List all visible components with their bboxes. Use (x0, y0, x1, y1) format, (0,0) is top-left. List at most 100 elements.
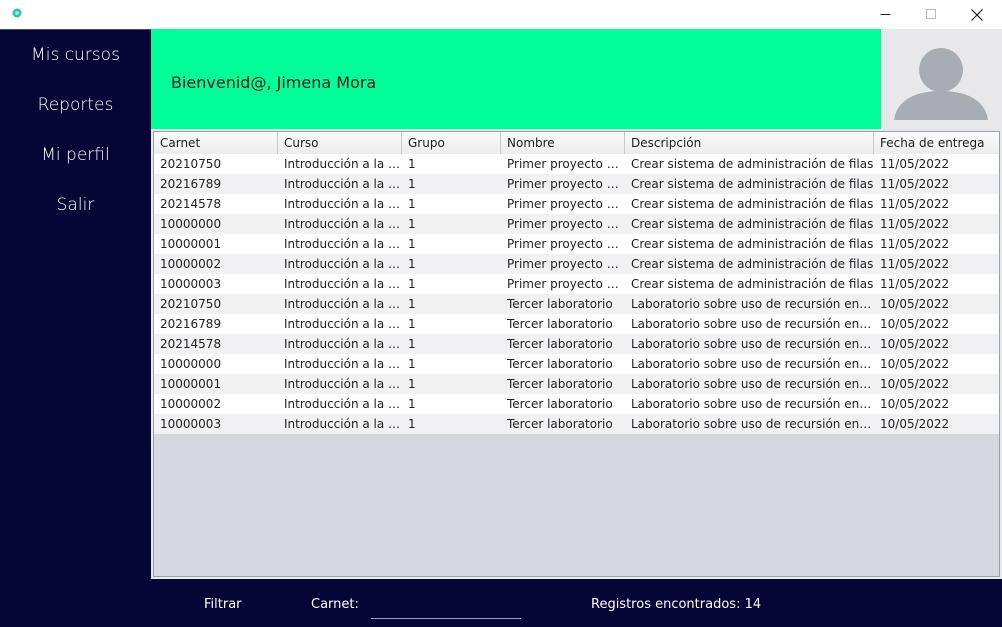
minimize-button[interactable] (862, 0, 908, 29)
cell-grupo: 1 (408, 177, 416, 191)
welcome-header: Bienvenid@, Jimena Mora (151, 29, 881, 129)
cell-grupo: 1 (408, 197, 416, 211)
cell-fecha-entrega: 10/05/2022 (880, 397, 950, 411)
cell-nombre: Tercer laboratorio (507, 337, 613, 351)
table-row[interactable]: 10000000 Introducción a la pr... 1 Tercer l… (154, 354, 999, 374)
cell-curso: Introducción a la pr... (284, 237, 402, 251)
cell-nombre: Primer proyecto pr... (507, 277, 625, 291)
cell-fecha-entrega: 11/05/2022 (880, 277, 950, 291)
maximize-icon (925, 9, 936, 19)
footer-bar: Filtrar Carnet: Registros encontrados: 1… (151, 579, 1002, 627)
cell-fecha-entrega: 11/05/2022 (880, 217, 950, 231)
column-header-carnet[interactable]: Carnet (154, 132, 278, 154)
table-body: 20210750 Introducción a la pr... 1 Primer p… (154, 154, 999, 434)
table-panel: Carnet Curso Grupo Nombre Descripción Fe… (151, 129, 1002, 579)
table-row[interactable]: 20214578 Introducción a la pr... 1 Tercer l… (154, 334, 999, 354)
cell-grupo: 1 (408, 157, 416, 171)
cell-grupo: 1 (408, 417, 416, 431)
table-row[interactable]: 20210750 Introducción a la pr... 1 Primer p… (154, 154, 999, 174)
cell-fecha-entrega: 11/05/2022 (880, 177, 950, 191)
cell-fecha-entrega: 11/05/2022 (880, 237, 950, 251)
cell-fecha-entrega: 10/05/2022 (880, 337, 950, 351)
table-row[interactable]: 10000001 Introducción a la pr... 1 Primer p… (154, 234, 999, 254)
cell-nombre: Tercer laboratorio (507, 377, 613, 391)
table-row[interactable]: 10000001 Introducción a la pr... 1 Tercer l… (154, 374, 999, 394)
cell-carnet: 20216789 (160, 177, 222, 191)
cell-curso: Introducción a la pr... (284, 217, 402, 231)
sidebar-item-reportes[interactable]: Reportes (0, 95, 151, 115)
column-header-descripcion[interactable]: Descripción (625, 132, 874, 154)
cell-nombre: Tercer laboratorio (507, 297, 613, 311)
cell-carnet: 20214578 (160, 197, 222, 211)
cell-descripcion: Crear sistema de administración de filas (631, 237, 874, 251)
title-bar (0, 0, 1002, 29)
cell-fecha-entrega: 11/05/2022 (880, 257, 950, 271)
cell-grupo: 1 (408, 277, 416, 291)
cell-fecha-entrega: 11/05/2022 (880, 197, 950, 211)
cell-grupo: 1 (408, 337, 416, 351)
cell-descripcion: Crear sistema de administración de filas (631, 197, 874, 211)
cell-descripcion: Laboratorio sobre uso de recursión en Py… (631, 317, 874, 331)
cell-nombre: Primer proyecto pr... (507, 217, 625, 231)
close-icon (971, 8, 983, 21)
cell-grupo: 1 (408, 297, 416, 311)
submissions-table: Carnet Curso Grupo Nombre Descripción Fe… (153, 131, 1000, 577)
cell-descripcion: Crear sistema de administración de filas (631, 277, 874, 291)
maximize-button[interactable] (908, 0, 954, 29)
table-row[interactable]: 20214578 Introducción a la pr... 1 Primer p… (154, 194, 999, 214)
cell-descripcion: Laboratorio sobre uso de recursión en Py… (631, 337, 874, 351)
cell-fecha-entrega: 10/05/2022 (880, 317, 950, 331)
cell-descripcion: Laboratorio sobre uso de recursión en Py… (631, 297, 874, 311)
table-header: Carnet Curso Grupo Nombre Descripción Fe… (154, 132, 999, 154)
cell-descripcion: Laboratorio sobre uso de recursión en Py… (631, 397, 874, 411)
table-row[interactable]: 10000003 Introducción a la pr... 1 Primer p… (154, 274, 999, 294)
column-header-grupo[interactable]: Grupo (402, 132, 501, 154)
carnet-filter-input[interactable] (371, 593, 521, 619)
cell-descripcion: Crear sistema de administración de filas (631, 177, 874, 191)
cell-grupo: 1 (408, 237, 416, 251)
table-row[interactable]: 10000002 Introducción a la pr... 1 Primer p… (154, 254, 999, 274)
cell-descripcion: Laboratorio sobre uso de recursión en Py… (631, 357, 874, 371)
carnet-label: Carnet: (311, 597, 359, 612)
cell-curso: Introducción a la pr... (284, 317, 402, 331)
welcome-text: Bienvenid@, Jimena Mora (171, 73, 377, 92)
cell-grupo: 1 (408, 217, 416, 231)
table-row[interactable]: 20216789 Introducción a la pr... 1 Primer p… (154, 174, 999, 194)
table-row[interactable]: 20210750 Introducción a la pr... 1 Tercer l… (154, 294, 999, 314)
cell-carnet: 20214578 (160, 337, 222, 351)
cell-nombre: Tercer laboratorio (507, 357, 613, 371)
cell-carnet: 10000003 (160, 417, 222, 431)
sidebar-item-mis-cursos[interactable]: Mis cursos (0, 45, 151, 65)
cell-nombre: Primer proyecto pr... (507, 237, 625, 251)
table-row[interactable]: 20216789 Introducción a la pr... 1 Tercer l… (154, 314, 999, 334)
cell-descripcion: Laboratorio sobre uso de recursión en Py… (631, 377, 874, 391)
records-count: Registros encontrados: 14 (591, 597, 762, 612)
column-header-nombre[interactable]: Nombre (501, 132, 625, 154)
cell-fecha-entrega: 11/05/2022 (880, 157, 950, 171)
cell-grupo: 1 (408, 357, 416, 371)
cell-grupo: 1 (408, 377, 416, 391)
cell-fecha-entrega: 10/05/2022 (880, 297, 950, 311)
sidebar-item-salir[interactable]: Salir (0, 195, 151, 215)
cell-carnet: 20210750 (160, 157, 222, 171)
table-row[interactable]: 10000000 Introducción a la pr... 1 Primer p… (154, 214, 999, 234)
sidebar-item-mi-perfil[interactable]: Mi perfil (0, 145, 151, 165)
cell-carnet: 10000000 (160, 217, 222, 231)
column-header-curso[interactable]: Curso (278, 132, 402, 154)
cell-curso: Introducción a la pr... (284, 397, 402, 411)
cell-carnet: 10000002 (160, 257, 222, 271)
app-icon (12, 8, 22, 18)
table-row[interactable]: 10000003 Introducción a la pr... 1 Tercer l… (154, 414, 999, 434)
cell-curso: Introducción a la pr... (284, 197, 402, 211)
table-row[interactable]: 10000002 Introducción a la pr... 1 Tercer l… (154, 394, 999, 414)
cell-curso: Introducción a la pr... (284, 337, 402, 351)
cell-carnet: 10000003 (160, 277, 222, 291)
cell-grupo: 1 (408, 257, 416, 271)
column-header-fecha-entrega[interactable]: Fecha de entrega (874, 132, 999, 154)
close-button[interactable] (954, 0, 1000, 29)
cell-curso: Introducción a la pr... (284, 177, 402, 191)
cell-descripcion: Crear sistema de administración de filas (631, 257, 874, 271)
minimize-icon (880, 14, 890, 15)
cell-curso: Introducción a la pr... (284, 297, 402, 311)
cell-carnet: 10000001 (160, 237, 222, 251)
